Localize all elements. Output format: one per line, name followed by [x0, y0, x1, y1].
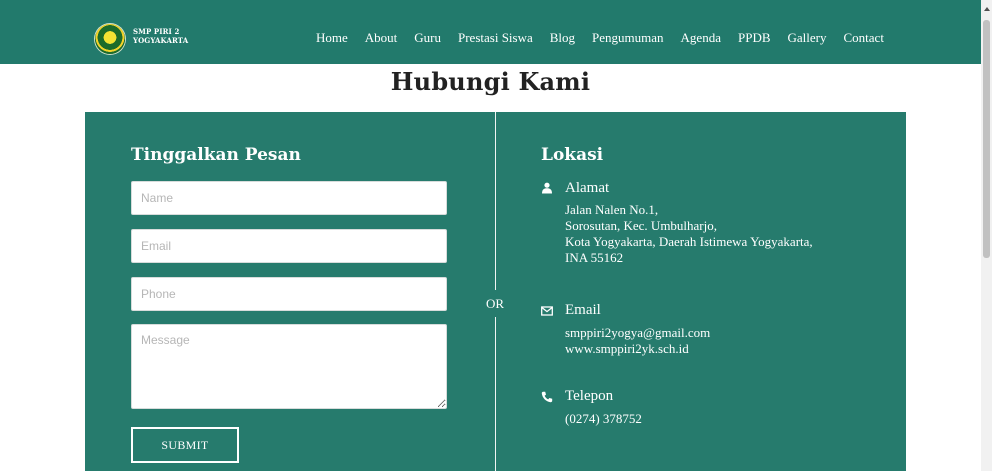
school-logo-icon[interactable] [95, 24, 125, 54]
page-title: Hubungi Kami [390, 67, 591, 96]
navbar: SMP PIRI 2 YOGYAKARTA Home About Guru Pr… [0, 0, 981, 64]
nav-item-guru[interactable]: Guru [414, 30, 441, 48]
nav-item-agenda[interactable]: Agenda [681, 30, 721, 48]
page-scrollbar[interactable] [981, 0, 992, 471]
brand-name[interactable]: SMP PIRI 2 YOGYAKARTA [133, 27, 188, 45]
nav-item-about[interactable]: About [365, 30, 398, 48]
nav-item-gallery[interactable]: Gallery [788, 30, 827, 48]
scroll-up-arrow-icon[interactable] [984, 7, 990, 11]
name-input[interactable] [131, 181, 447, 215]
divider [495, 112, 496, 290]
phone-icon [541, 391, 553, 403]
form-heading: Tinggalkan Pesan [131, 145, 301, 165]
or-separator: OR [486, 296, 505, 311]
address-line: INA 55162 [565, 250, 624, 265]
phone-title: Telepon [565, 388, 614, 404]
email-address[interactable]: smppiri2yogya@gmail.com [565, 325, 710, 341]
brand-line-2: YOGYAKARTA [133, 36, 189, 45]
website-link[interactable]: www.smppiri2yk.sch.id [565, 341, 689, 357]
address-line: Jalan Nalen No.1, [565, 202, 659, 217]
nav-item-contact[interactable]: Contact [844, 30, 884, 48]
address-title: Alamat [565, 180, 610, 196]
nav-item-prestasi-siswa[interactable]: Prestasi Siswa [458, 30, 533, 48]
address-line: Sorosutan, Kec. Umbulharjo, [565, 218, 718, 233]
message-textarea[interactable] [131, 324, 447, 409]
email-title: Email [565, 302, 601, 318]
scrollbar-thumb[interactable] [983, 20, 990, 258]
nav-item-ppdb[interactable]: PPDB [738, 30, 771, 48]
submit-button[interactable]: SUBMIT [131, 427, 239, 463]
phone-input[interactable] [131, 277, 447, 311]
address-line: Kota Yogyakarta, Daerah Istimewa Yogyaka… [565, 234, 813, 249]
nav-item-blog[interactable]: Blog [550, 30, 575, 48]
nav-item-home[interactable]: Home [316, 30, 348, 48]
location-heading: Lokasi [541, 145, 604, 165]
user-icon [542, 182, 552, 194]
email-input[interactable] [131, 229, 447, 263]
nav-menu: Home About Guru Prestasi Siswa Blog Peng… [316, 30, 901, 48]
envelope-icon [541, 306, 553, 316]
divider [495, 317, 496, 471]
phone-number[interactable]: (0274) 378752 [565, 411, 642, 427]
nav-item-pengumuman[interactable]: Pengumuman [592, 30, 664, 48]
brand-line-1: SMP PIRI 2 [133, 27, 180, 36]
